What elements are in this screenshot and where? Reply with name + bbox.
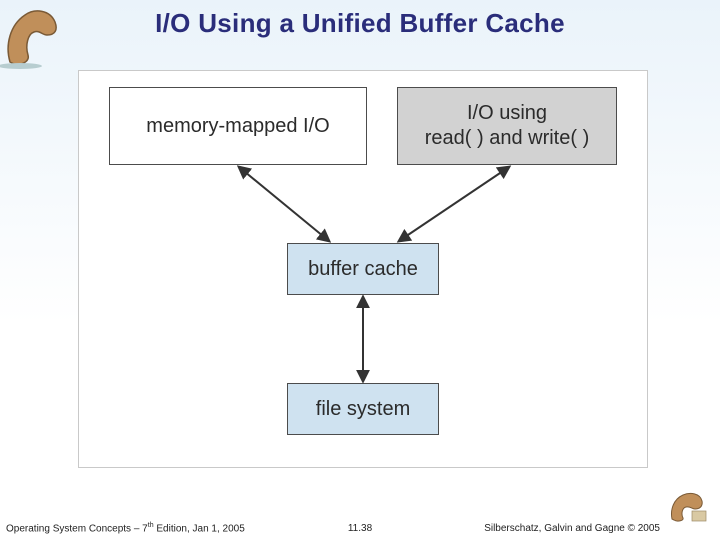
box-label: file system xyxy=(316,397,410,422)
box-read-write-io: I/O using read( ) and write( ) xyxy=(397,87,617,165)
diagram-area: memory-mapped I/O I/O using read( ) and … xyxy=(78,70,648,468)
box-label: memory-mapped I/O xyxy=(146,114,329,139)
box-label: buffer cache xyxy=(308,257,418,282)
box-file-system: file system xyxy=(287,383,439,435)
box-buffer-cache: buffer cache xyxy=(287,243,439,295)
box-memory-mapped-io: memory-mapped I/O xyxy=(109,87,367,165)
page-title: I/O Using a Unified Buffer Cache xyxy=(0,8,720,39)
dinosaur-logo-icon xyxy=(668,487,712,522)
box-label: I/O using read( ) and write( ) xyxy=(425,101,590,151)
footer-right: Silberschatz, Galvin and Gagne © 2005 xyxy=(484,523,660,534)
